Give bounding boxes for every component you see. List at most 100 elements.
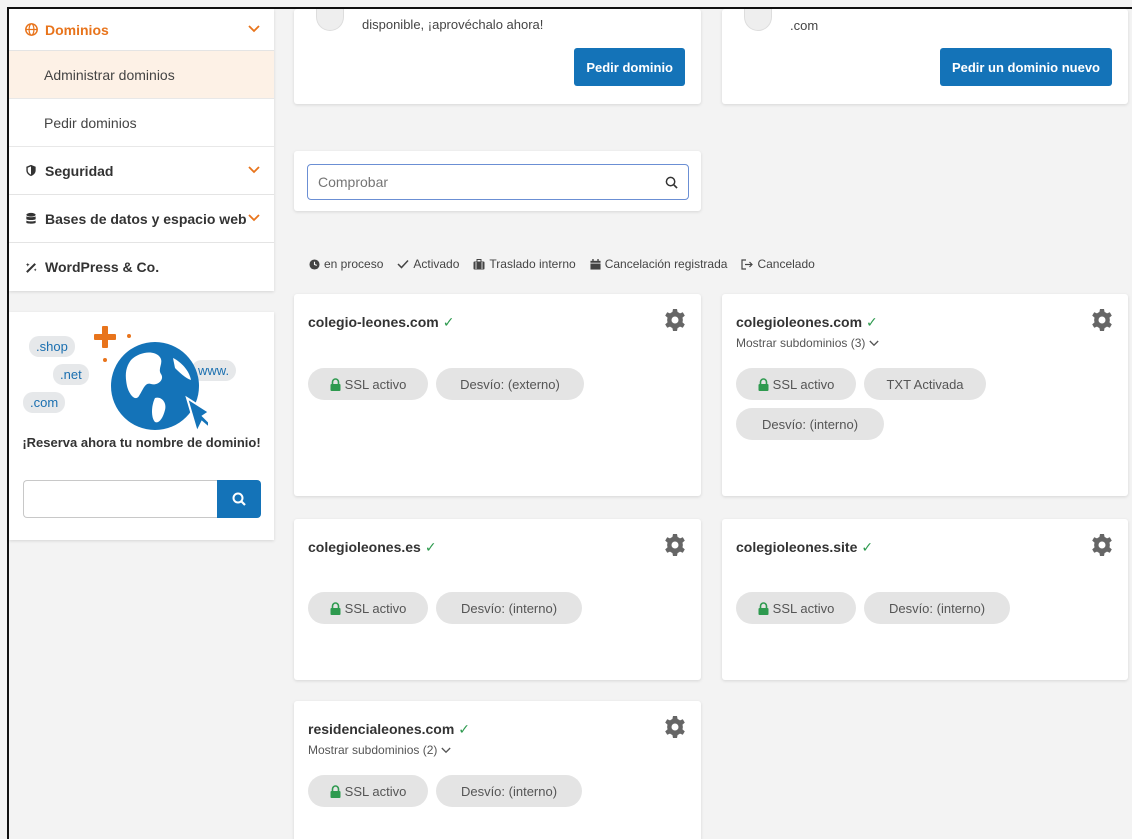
nav-dominios-label: Dominios	[45, 21, 109, 38]
tag-desvio: Desvío: (interno)	[736, 408, 884, 440]
gear-icon[interactable]	[663, 308, 687, 332]
legend-item-cancelacion-registrada: Cancelación registrada	[590, 257, 728, 271]
tld-bubble-net: .net	[53, 364, 89, 385]
tag-label: SSL activo	[344, 600, 407, 616]
check-icon: ✓	[424, 539, 437, 555]
sidebar: Dominios Administrar dominios Pedir domi…	[9, 9, 274, 291]
promo-search-button[interactable]	[217, 480, 261, 518]
globe-icon	[23, 23, 39, 36]
domain-promo-box: .shop .net .com www. ¡Reserva ahora tu n…	[9, 312, 274, 540]
promo-text: ¡Reserva ahora tu nombre de dominio!	[22, 435, 261, 450]
nav-administrar-dominios[interactable]: Administrar dominios	[9, 51, 274, 99]
lock-icon	[330, 601, 341, 615]
chevron-down-icon	[441, 747, 451, 754]
tag-ssl-activo: SSL activo	[308, 592, 428, 624]
tag-label: SSL activo	[344, 783, 407, 799]
globe-illustration-icon	[111, 342, 209, 432]
legend-label: Activado	[413, 257, 460, 271]
check-search-box	[307, 164, 689, 200]
tag-desvio: Desvío: (interno)	[436, 775, 582, 807]
domain-card-colegioleones-es: colegioleones.es ✓ SSL activo Desvío: (in…	[294, 519, 701, 680]
chevron-down-icon	[869, 340, 879, 347]
domain-name[interactable]: colegioleones.site ✓	[736, 539, 873, 556]
check-icon: ✓	[442, 314, 455, 330]
decor-dot	[103, 358, 107, 362]
clock-icon	[309, 258, 320, 270]
lock-icon	[330, 377, 341, 391]
legend-label: en proceso	[324, 257, 384, 271]
legend-item-traslado-interno: Traslado interno	[473, 257, 576, 271]
sign-out-icon	[741, 258, 754, 270]
gear-icon[interactable]	[1090, 533, 1114, 557]
tag-txt-activada: TXT Activada	[864, 368, 986, 400]
gear-icon[interactable]	[1090, 308, 1114, 332]
check-input[interactable]	[318, 174, 665, 190]
nav-dominios[interactable]: Dominios	[9, 9, 274, 51]
promo-search-input[interactable]	[23, 480, 217, 518]
domain-name[interactable]: residencialeones.com ✓	[308, 721, 470, 738]
check-icon	[397, 259, 409, 269]
calendar-icon	[590, 258, 601, 270]
offer-card: disponible, ¡aprovéchalo ahora! Pedir do…	[294, 9, 701, 104]
suitcase-icon	[473, 258, 485, 269]
status-legend: en proceso Activado Traslado interno Can…	[309, 257, 815, 271]
globe-icon	[316, 9, 344, 31]
check-icon: ✓	[866, 314, 878, 330]
domain-name[interactable]: colegioleones.es ✓	[308, 539, 437, 556]
chevron-down-icon	[248, 213, 260, 225]
show-subdomains-toggle[interactable]: Mostrar subdominios (2)	[308, 743, 451, 757]
tag-label: SSL activo	[344, 376, 407, 392]
new-domain-text: .com	[790, 18, 819, 33]
domain-card-residencialeones-com: residencialeones.com ✓ Mostrar subdominio…	[294, 701, 701, 839]
search-icon	[232, 492, 246, 506]
chevron-down-icon	[248, 165, 260, 177]
globe-icon	[744, 9, 772, 31]
tag-desvio: Desvío: (interno)	[436, 592, 582, 624]
chevron-down-icon	[248, 24, 260, 36]
show-subdomains-toggle[interactable]: Mostrar subdominios (3)	[736, 336, 879, 350]
nav-pedir-dominios[interactable]: Pedir dominios	[9, 99, 274, 147]
legend-label: Traslado interno	[489, 257, 576, 271]
offer-text: disponible, ¡aprovéchalo ahora!	[362, 17, 544, 32]
lock-icon	[758, 377, 769, 391]
nav-bases-de-datos[interactable]: Bases de datos y espacio web	[9, 195, 274, 243]
shield-icon	[23, 164, 39, 177]
decor-dot	[127, 334, 131, 338]
domain-name[interactable]: colegioleones.com ✓	[736, 314, 878, 331]
nav-seguridad[interactable]: Seguridad	[9, 147, 274, 195]
magic-wand-icon	[23, 261, 39, 274]
gear-icon[interactable]	[663, 533, 687, 557]
domain-card-colegio-leones-com: colegio-leones.com ✓ SSL activo Desvío: (…	[294, 294, 701, 496]
tag-ssl-activo: SSL activo	[736, 592, 856, 624]
tag-desvio: Desvío: (interno)	[864, 592, 1010, 624]
new-domain-card: .com Pedir un dominio nuevo	[722, 9, 1128, 104]
tag-desvio: Desvío: (externo)	[436, 368, 584, 400]
check-icon: ✓	[458, 721, 471, 737]
tld-bubble-com: .com	[23, 392, 66, 413]
database-icon	[23, 212, 39, 225]
legend-item-en-proceso: en proceso	[309, 257, 383, 271]
check-icon: ✓	[861, 539, 874, 555]
tag-ssl-activo: SSL activo	[308, 368, 428, 400]
pedir-dominio-button[interactable]: Pedir dominio	[574, 48, 685, 86]
lock-icon	[330, 784, 341, 798]
promo-search	[23, 480, 261, 518]
legend-item-cancelado: Cancelado	[741, 257, 815, 271]
legend-label: Cancelación registrada	[604, 257, 728, 271]
tld-bubble-shop: .shop	[29, 336, 75, 357]
lock-icon	[758, 601, 769, 615]
gear-icon[interactable]	[663, 715, 687, 739]
legend-item-activado: Activado	[397, 257, 459, 271]
nav-wordpress-label: WordPress & Co.	[45, 259, 160, 275]
tag-label: SSL activo	[772, 376, 835, 392]
search-icon[interactable]	[665, 176, 678, 189]
domain-card-colegioleones-com: colegioleones.com ✓ Mostrar subdominios (…	[722, 294, 1128, 496]
domain-name[interactable]: colegio-leones.com ✓	[308, 314, 454, 331]
domain-card-colegioleones-site: colegioleones.site ✓ SSL activo Desvío: (…	[722, 519, 1128, 680]
tag-ssl-activo: SSL activo	[736, 368, 856, 400]
tag-label: SSL activo	[772, 600, 835, 616]
pedir-dominio-nuevo-button[interactable]: Pedir un dominio nuevo	[939, 48, 1112, 86]
tag-ssl-activo: SSL activo	[308, 775, 428, 807]
legend-label: Cancelado	[757, 257, 815, 271]
nav-wordpress[interactable]: WordPress & Co.	[9, 243, 274, 291]
